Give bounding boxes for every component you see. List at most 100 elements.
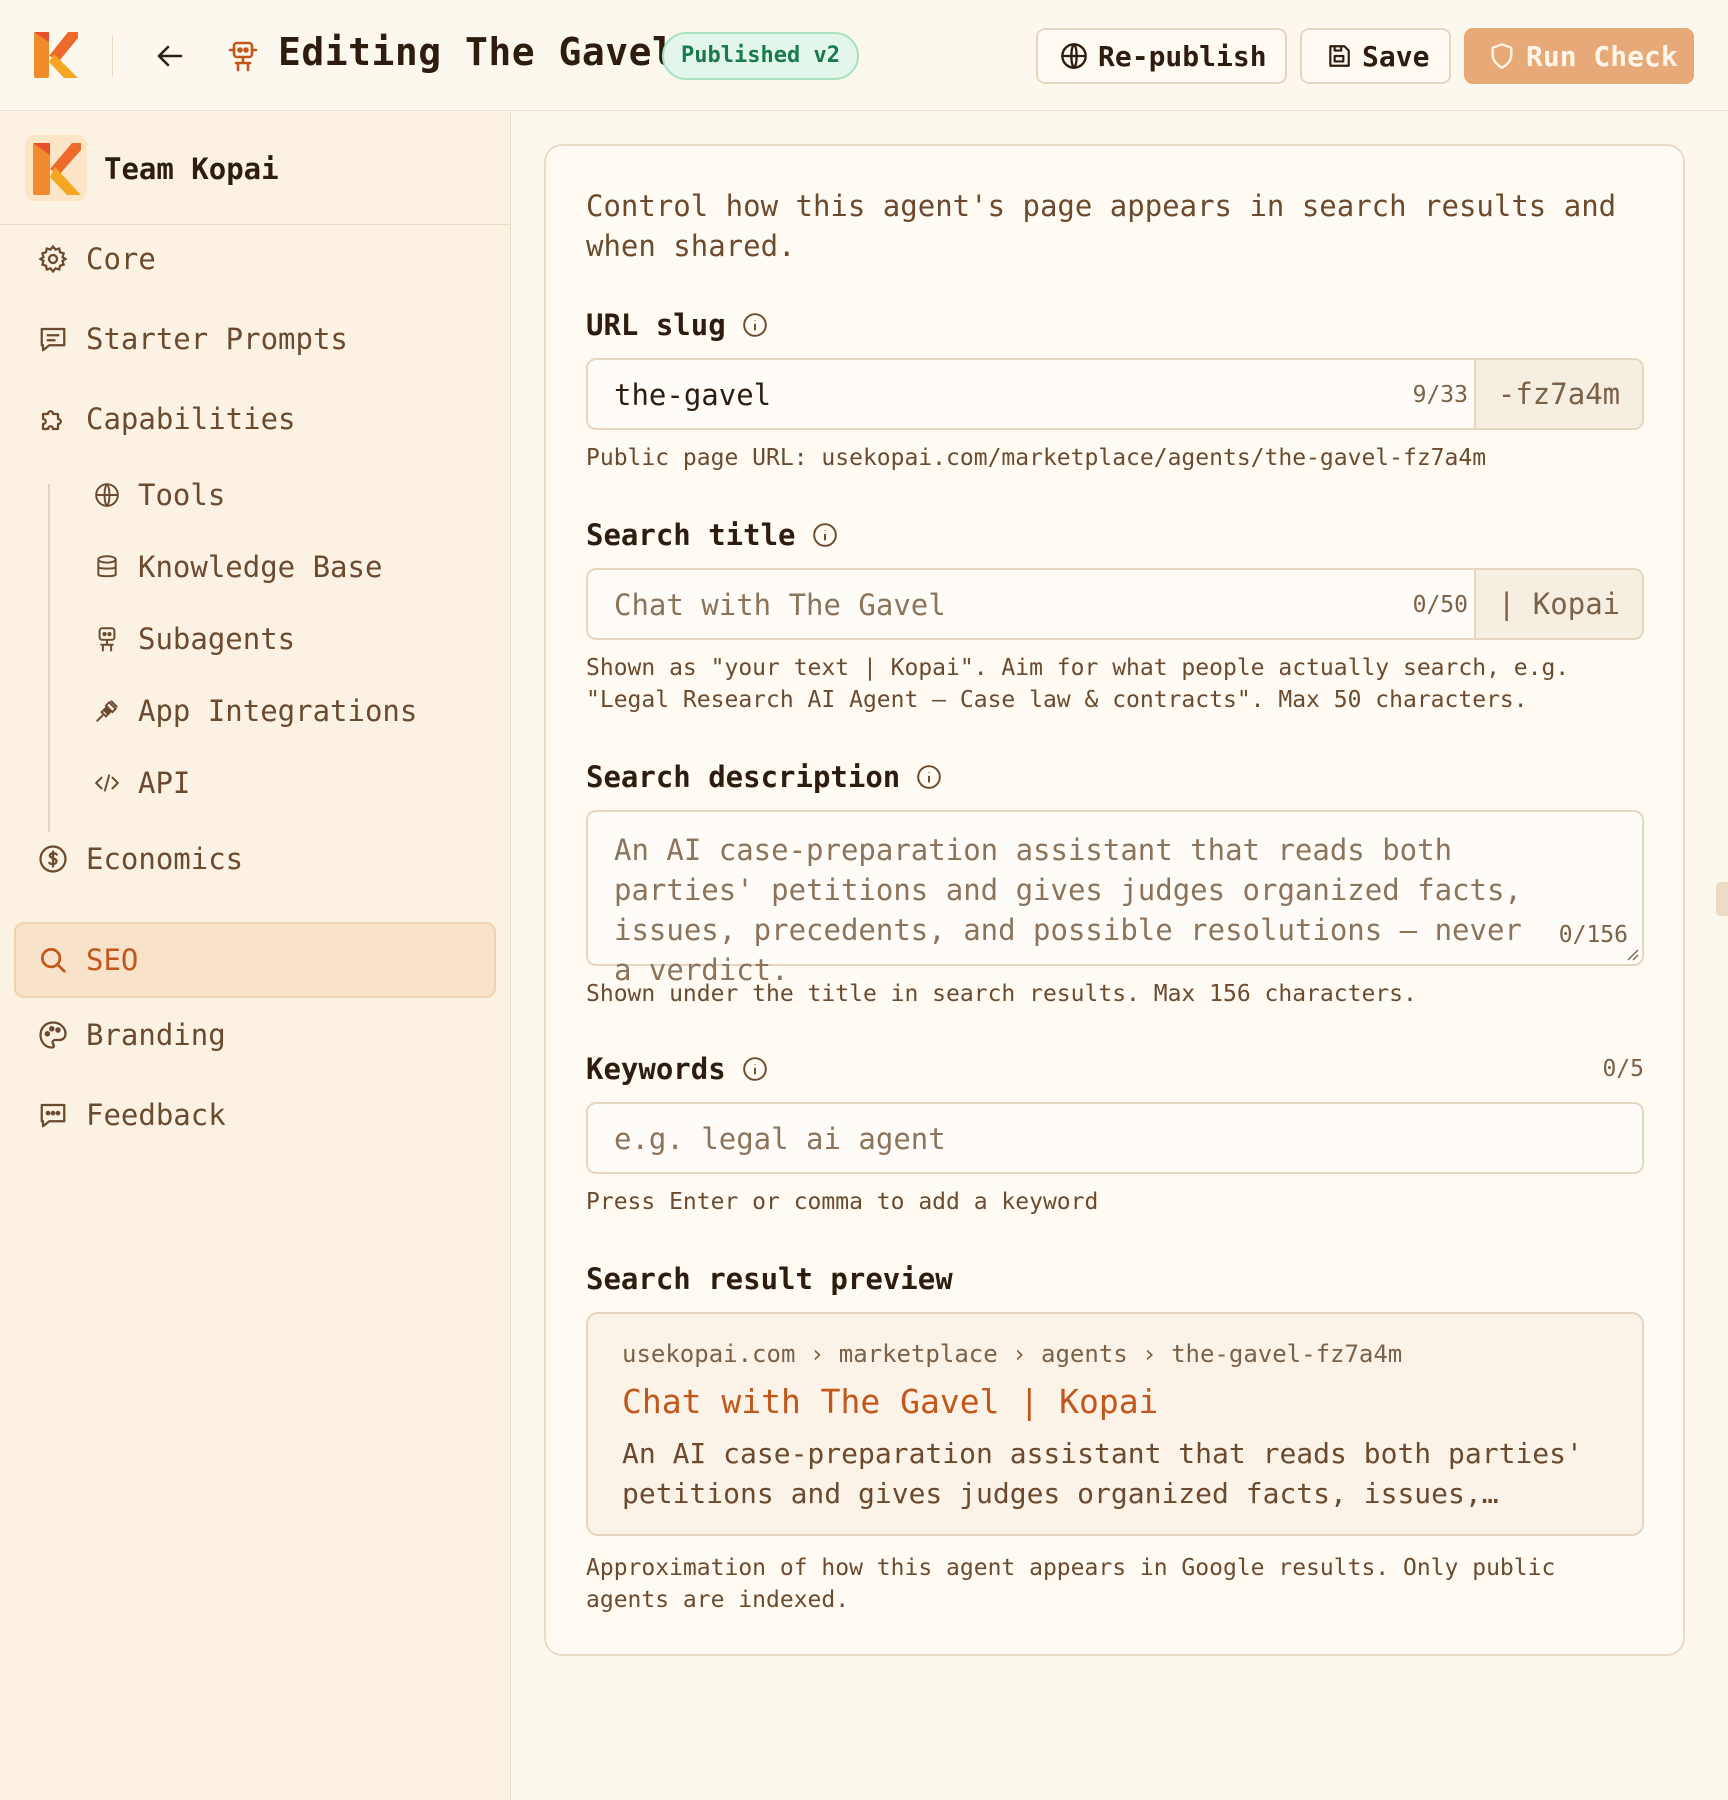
resize-grip-icon[interactable] [1625,947,1639,961]
preview-hint-1: Approximation of how this agent appears … [586,1555,1556,1581]
search-icon [36,943,70,977]
globe-icon [1061,43,1087,70]
preview-breadcrumb: usekopai.com › marketplace › agents › th… [622,1340,1403,1368]
search-description-counter: 0/156 [1558,922,1628,948]
sidebar-item-tools[interactable]: Tools [92,478,225,512]
sidebar-item-seo[interactable]: SEO [14,922,496,998]
subnav-line [48,484,50,832]
sidebar-item-starter-prompts[interactable]: Starter Prompts [36,322,348,356]
sidebar-item-label: Feedback [86,1098,226,1132]
robot-icon [92,624,122,654]
sidebar-item-api[interactable]: API [92,766,190,800]
search-title-suffix: | Kopai [1474,570,1642,638]
palette-icon [36,1018,70,1052]
sidebar-item-label: API [138,766,191,800]
sidebar-item-capabilities[interactable]: Capabilities [36,402,296,436]
url-slug-counter: 9/33 [1412,382,1468,408]
robot-icon [228,41,258,72]
search-description-textarea[interactable]: An AI case-preparation assistant that re… [586,810,1644,987]
arrow-left-icon [157,45,183,67]
preview-title: Chat with The Gavel | Kopai [622,1382,1159,1421]
sidebar-item-label: SEO [86,943,139,977]
url-slug-value: the-gavel [614,378,772,412]
database-icon [92,552,122,582]
keywords-placeholder: e.g. legal ai agent [614,1122,946,1156]
save-label: Save [1362,39,1430,73]
url-slug-suffix: -fz7a4m [1474,360,1642,428]
scrollbar-handle[interactable] [1716,882,1728,916]
preview-label-text: Search result preview [586,1262,953,1296]
search-result-preview: usekopai.com › marketplace › agents › th… [586,1312,1644,1536]
sidebar-item-label: Core [86,242,156,276]
top-header: Editing The Gavel Published v2 Re-publis… [0,0,1728,111]
url-slug-label: URL slug [586,308,768,342]
search-title-label-text: Search title [586,518,796,552]
keywords-label: Keywords [586,1052,768,1086]
sidebar-item-label: App Integrations [138,694,418,728]
page-title: Editing The Gavel [278,30,676,74]
keywords-label-text: Keywords [586,1052,726,1086]
kopai-logo[interactable] [34,32,78,78]
dollar-icon [36,842,70,876]
sidebar-item-label: Economics [86,842,244,876]
code-icon [92,768,122,798]
info-icon[interactable] [812,522,838,548]
sidebar-item-label: Capabilities [86,402,296,436]
save-icon [1329,45,1350,67]
sidebar-item-label: Knowledge Base [138,550,383,584]
header-divider [112,36,113,76]
search-title-counter: 0/50 [1412,592,1468,618]
preview-label: Search result preview [586,1262,953,1296]
sidebar-item-app-integrations[interactable]: App Integrations [92,694,417,728]
search-title-hint-2: "Legal Research AI Agent — Case law & co… [586,687,1528,713]
sidebar-item-label: Starter Prompts [86,322,348,356]
republish-button[interactable]: Re-publish [1036,28,1287,84]
info-icon[interactable] [742,312,768,338]
globe-icon [92,480,122,510]
plug-icon [92,696,122,726]
sidebar-item-label: Tools [138,478,226,512]
url-slug-label-text: URL slug [586,308,726,342]
back-button[interactable] [154,40,186,72]
info-icon[interactable] [916,764,942,790]
run-check-label: Run Check [1526,39,1678,73]
message-icon [36,322,70,356]
search-title-hint-1: Shown as "your text | Kopai". Aim for wh… [586,655,1570,681]
sidebar-item-economics[interactable]: Economics [36,842,243,876]
sidebar-item-branding[interactable]: Branding [36,1018,226,1052]
search-description-label-text: Search description [586,760,901,794]
sidebar-item-label: Branding [86,1018,226,1052]
keywords-counter: 0/5 [1602,1056,1644,1082]
info-icon[interactable] [742,1056,768,1082]
search-description-placeholder: An AI case-preparation assistant that re… [614,833,1522,987]
team-switcher[interactable]: Team Kopai [0,112,510,225]
seo-intro: Control how this agent's page appears in… [586,189,1617,263]
search-title-placeholder: Chat with The Gavel [614,588,946,622]
run-check-button[interactable]: Run Check [1464,28,1694,84]
sidebar-item-core[interactable]: Core [36,242,156,276]
shield-icon [1491,43,1513,69]
team-logo [25,135,87,201]
save-button[interactable]: Save [1300,28,1451,84]
sidebar-item-feedback[interactable]: Feedback [36,1098,226,1132]
search-title-label: Search title [586,518,838,552]
team-name: Team Kopai [104,152,279,186]
sidebar-item-subagents[interactable]: Subagents [92,622,295,656]
search-description-hint: Shown under the title in search results.… [586,981,1417,1007]
keywords-input[interactable]: e.g. legal ai agent [586,1102,1644,1174]
puzzle-icon [36,402,70,436]
sidebar: Team Kopai Core Starter Prompts Capabili… [0,112,511,1800]
preview-hint-2: agents are indexed. [586,1587,850,1613]
keywords-hint: Press Enter or comma to add a keyword [586,1189,1099,1215]
url-slug-input[interactable]: the-gavel 9/33 -fz7a4m [586,358,1644,430]
chat-icon [36,1098,70,1132]
status-badge: Published v2 [662,32,859,80]
sidebar-item-label: Subagents [138,622,296,656]
search-description-label: Search description [586,760,942,794]
republish-label: Re-publish [1098,39,1267,73]
preview-description: An AI case-preparation assistant that re… [622,1437,1583,1510]
gear-icon [36,242,70,276]
url-slug-hint: Public page URL: usekopai.com/marketplac… [586,445,1487,471]
search-title-input[interactable]: Chat with The Gavel 0/50 | Kopai [586,568,1644,640]
sidebar-item-knowledge-base[interactable]: Knowledge Base [92,550,382,584]
